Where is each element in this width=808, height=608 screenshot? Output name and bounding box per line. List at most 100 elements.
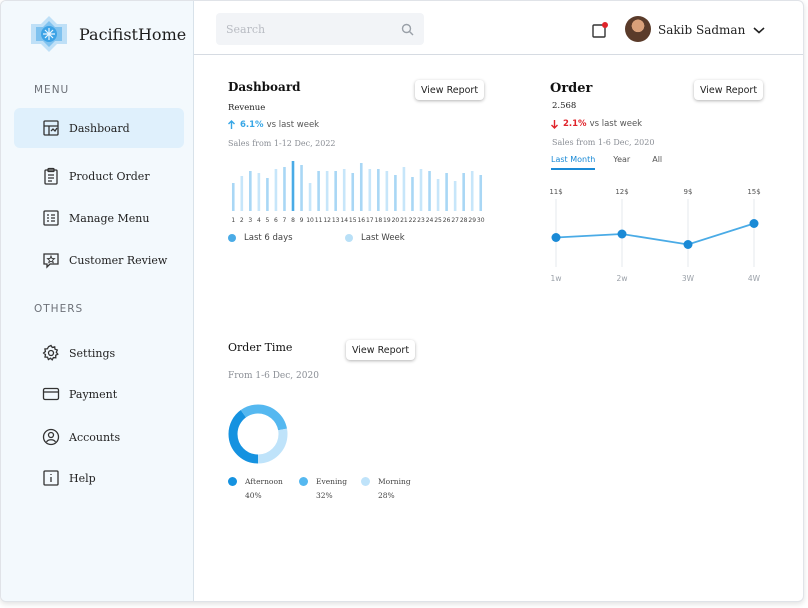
revenue-label: Revenue bbox=[228, 103, 266, 113]
x-tick-label: 18 bbox=[375, 217, 383, 224]
legend-dot bbox=[361, 477, 370, 486]
arrow-down-icon bbox=[551, 120, 558, 129]
legend-label: Afternoon bbox=[245, 477, 283, 486]
x-tick-label: 13 bbox=[332, 217, 340, 224]
sidebar-item-accounts[interactable]: Accounts bbox=[14, 417, 184, 457]
legend-dot bbox=[228, 234, 236, 242]
bar bbox=[274, 169, 278, 211]
brand[interactable]: PacifistHome bbox=[29, 14, 186, 54]
order-change: 2.1% vs last week bbox=[550, 119, 642, 129]
dashboard-view-report-button[interactable]: View Report bbox=[415, 80, 485, 100]
sidebar-item-customer-review[interactable]: Customer Review bbox=[14, 240, 184, 280]
sidebar-item-label: Settings bbox=[69, 346, 116, 360]
data-point bbox=[683, 240, 693, 249]
sidebar-item-label: Dashboard bbox=[69, 121, 130, 135]
sidebar-item-dashboard[interactable]: Dashboard bbox=[14, 108, 184, 148]
bar bbox=[479, 175, 483, 211]
header-divider bbox=[194, 54, 803, 55]
search-input[interactable] bbox=[226, 22, 401, 36]
value-label: 11$ bbox=[549, 188, 562, 196]
sidebar-item-product-order[interactable]: Product Order bbox=[14, 156, 184, 196]
x-tick-label: 4 bbox=[257, 217, 261, 224]
series-line bbox=[555, 222, 755, 246]
order-range: Sales from 1-6 Dec, 2020 bbox=[552, 138, 655, 147]
bar bbox=[470, 171, 474, 211]
user-name[interactable]: Sakib Sadman bbox=[658, 23, 745, 37]
bar bbox=[342, 169, 346, 211]
x-tick-label: 17 bbox=[366, 217, 374, 224]
x-tick-label: 10 bbox=[306, 217, 314, 224]
sidebar-item-label: Product Order bbox=[69, 169, 150, 183]
others-section-title: OTHERS bbox=[34, 303, 84, 315]
order-line-chart: 11$ 1w 12$ 2w 9$ 3W 15$ 4W bbox=[549, 188, 760, 283]
legend-last-6-days: Last 6 days bbox=[228, 233, 293, 243]
sidebar-item-help[interactable]: Help bbox=[14, 458, 184, 498]
dashboard-card-title: Dashboard bbox=[228, 80, 301, 94]
data-point bbox=[749, 219, 759, 228]
x-tick-label: 8 bbox=[291, 217, 295, 224]
bar bbox=[445, 173, 448, 211]
donut-legend-morning: Morning 28% bbox=[361, 477, 411, 500]
list-icon bbox=[43, 210, 59, 226]
bar bbox=[419, 169, 423, 211]
x-tick-label: 5 bbox=[265, 217, 269, 224]
lotus-logo-icon bbox=[31, 16, 67, 52]
x-tick-label: 25 bbox=[434, 217, 442, 224]
order-view-report-button[interactable]: View Report bbox=[694, 80, 764, 100]
legend-label: Last 6 days bbox=[244, 233, 293, 243]
x-tick-label: 28 bbox=[460, 217, 468, 224]
bar bbox=[266, 178, 269, 211]
x-tick-label: 19 bbox=[383, 217, 391, 224]
legend-label: Last Week bbox=[361, 233, 405, 243]
dashboard-icon bbox=[43, 120, 59, 136]
notification-icon[interactable] bbox=[592, 22, 608, 38]
user-circle-icon bbox=[42, 428, 60, 446]
x-tick-label: 1w bbox=[551, 274, 562, 283]
x-tick-label: 26 bbox=[443, 217, 451, 224]
revenue-range: Sales from 1-12 Dec, 2022 bbox=[228, 139, 336, 148]
x-tick-label: 11 bbox=[315, 217, 323, 224]
data-point bbox=[617, 229, 627, 239]
avatar[interactable] bbox=[625, 16, 651, 42]
info-icon bbox=[43, 470, 59, 486]
value-label: 9$ bbox=[684, 188, 693, 196]
x-tick-label: 3 bbox=[248, 217, 252, 224]
x-tick-label: 15 bbox=[349, 217, 357, 224]
search-icon[interactable] bbox=[401, 23, 414, 36]
search-box[interactable] bbox=[216, 13, 424, 45]
sidebar-item-manage-menu[interactable]: Manage Menu bbox=[14, 198, 184, 238]
sidebar-item-payment[interactable]: Payment bbox=[14, 374, 184, 414]
clipboard-icon bbox=[44, 167, 58, 185]
tab-year[interactable]: Year bbox=[613, 155, 630, 170]
bar bbox=[325, 171, 329, 211]
bar bbox=[283, 167, 286, 211]
x-tick-label: 7 bbox=[283, 217, 287, 224]
legend-dot bbox=[228, 477, 237, 486]
revenue-change: 6.1% vs last week bbox=[227, 120, 319, 130]
x-tick-label: 24 bbox=[426, 217, 434, 224]
legend-dot bbox=[299, 477, 308, 486]
order-time-view-report-button[interactable]: View Report bbox=[346, 340, 416, 360]
bar bbox=[359, 163, 363, 211]
donut-legend-afternoon: Afternoon 40% bbox=[228, 477, 283, 500]
order-time-donut-chart bbox=[228, 404, 288, 464]
bar bbox=[428, 171, 431, 211]
order-card-title: Order bbox=[550, 81, 593, 96]
bar bbox=[402, 167, 406, 211]
tab-last-month[interactable]: Last Month bbox=[551, 155, 596, 170]
tab-all[interactable]: All bbox=[652, 155, 662, 170]
value-label: 15$ bbox=[747, 188, 760, 196]
chevron-down-icon[interactable] bbox=[752, 25, 766, 35]
bar bbox=[411, 177, 414, 211]
gear-icon bbox=[42, 344, 59, 361]
donut-legend-evening: Evening 32% bbox=[299, 477, 347, 500]
sidebar: PacifistHome MENU Dashboard Product Orde… bbox=[1, 1, 194, 601]
order-period-tabs: Last Month Year All bbox=[551, 155, 662, 170]
arrow-up-icon bbox=[228, 120, 235, 129]
x-tick-label: 23 bbox=[417, 217, 425, 224]
bar bbox=[453, 181, 457, 211]
bar bbox=[308, 183, 312, 211]
order-value: 2.568 bbox=[552, 101, 577, 111]
sidebar-item-settings[interactable]: Settings bbox=[14, 333, 184, 373]
order-change-pct: 2.1% bbox=[563, 119, 587, 129]
